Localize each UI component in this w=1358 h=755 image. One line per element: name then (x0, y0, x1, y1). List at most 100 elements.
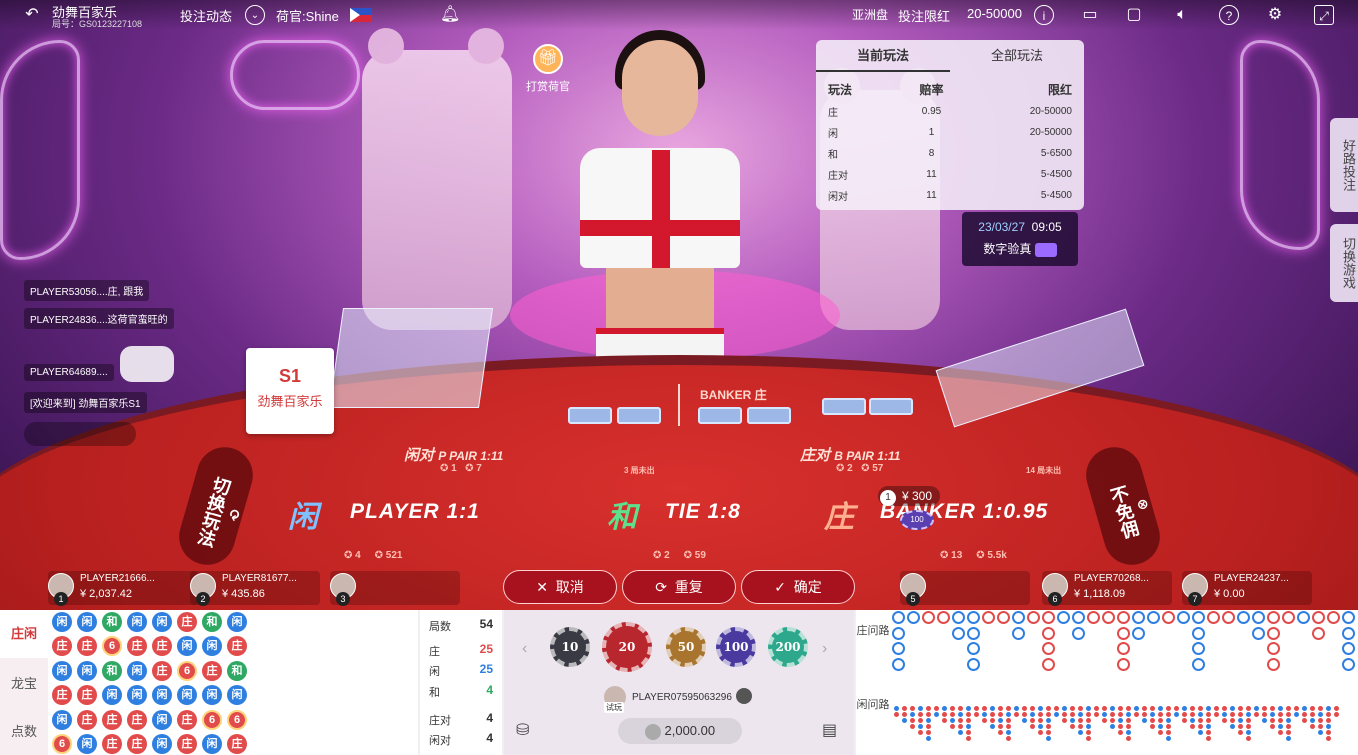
bead-cell: 6 (202, 709, 222, 730)
video-icon[interactable]: ▭ (1080, 5, 1100, 25)
chip-50[interactable]: 50 (666, 627, 706, 667)
banker-bet-area[interactable]: 庄 BANKER 1:0.95 ✪ 13 ✪ 5.5k (790, 482, 1110, 562)
chevron-down-icon[interactable]: ⌄ (245, 5, 265, 25)
bead-cell: 闲 (127, 612, 147, 632)
bead-cell: 庄 (227, 734, 247, 754)
derived-road-mark (942, 718, 947, 723)
derived-road-mark (966, 712, 971, 717)
top-bar: ↶ 劲舞百家乐 局号：GS0123227108 投注动态 ⌄ 荷官:Shine … (0, 0, 1358, 30)
player-card (617, 407, 661, 424)
tab-points[interactable]: 点数 (0, 708, 48, 755)
derived-road-mark (1318, 712, 1323, 717)
repeat-button[interactable]: ⟳ 重复 (622, 570, 736, 604)
derived-road-mark (1022, 712, 1027, 717)
derived-road-mark (1222, 718, 1227, 723)
big-road-mark (892, 626, 905, 640)
chip-100[interactable]: 100 (716, 627, 756, 667)
tab-banker-player[interactable]: 庄闲 (0, 610, 48, 658)
chevron-right-icon[interactable]: › (822, 640, 827, 658)
derived-road-mark (1310, 718, 1315, 723)
derived-road-mark (1134, 712, 1139, 717)
limit-label[interactable]: 投注限红 (898, 6, 950, 25)
clipboard-icon[interactable]: ▤ (822, 720, 837, 740)
digital-verify-panel[interactable]: 23/03/27 09:05 数字验真 (962, 212, 1078, 266)
seat-7[interactable]: 7 PLAYER24237... ¥ 0.00 (1182, 571, 1312, 606)
derived-road-mark (1206, 706, 1211, 711)
fullscreen-icon[interactable]: ⤢ (1314, 5, 1334, 25)
tab-all-play[interactable]: 全部玩法 (950, 40, 1084, 72)
derived-road-mark (1190, 718, 1195, 723)
derived-road-mark (1166, 718, 1171, 723)
big-road-mark (952, 626, 965, 640)
back-icon[interactable]: ↶ (22, 5, 42, 25)
derived-road-mark (1158, 712, 1163, 717)
chip-200[interactable]: 200 (768, 627, 808, 667)
seat-number: 6 (1048, 592, 1062, 606)
layout-icon[interactable]: ▢ (1124, 5, 1144, 25)
confirm-button[interactable]: ✓ 确定 (741, 570, 855, 604)
chip-10[interactable]: 10 (550, 627, 590, 667)
bet-amount: ¥ 300 (902, 489, 933, 503)
big-road-mark (1342, 642, 1355, 655)
player-pair-bet-area[interactable]: 闲对 P PAIR 1:11 ✪ 1 ✪ 7 3 局未出 (300, 440, 678, 480)
chevron-left-icon[interactable]: ‹ (522, 640, 527, 658)
player-ask-road-label[interactable]: 闲问路 (856, 698, 890, 712)
derived-road-mark (1150, 706, 1155, 711)
seat-3[interactable]: 3 (330, 571, 460, 606)
derived-road-mark (1006, 730, 1011, 735)
banker-pair-bet-area[interactable]: 庄对 B PAIR 1:11 ✪ 2 ✪ 57 14 局未出 (680, 440, 1090, 480)
player-bet-area[interactable]: 闲 PLAYER 1:1 ✪ 4 ✪ 521 (250, 482, 550, 562)
derived-road-mark (1334, 706, 1339, 711)
bell-icon[interactable]: 🔔︎ (440, 5, 460, 25)
balance-pill[interactable]: 2,000.00 (618, 718, 742, 744)
seat-number: 3 (336, 592, 350, 606)
big-road-mark (1267, 626, 1280, 640)
bear-statue-left (362, 28, 512, 330)
chat-input[interactable] (24, 422, 136, 446)
big-road-mark (1162, 611, 1175, 624)
tip-dealer-button[interactable]: 🎁︎ 打赏荷官 (520, 44, 576, 100)
chip-stack-icon[interactable]: ⛁ (516, 720, 529, 740)
seat-1[interactable]: 1 PLAYER21666... ¥ 2,037.42 (48, 571, 198, 606)
big-road-mark (1102, 611, 1115, 624)
col-limit: 限红 (1047, 83, 1072, 97)
help-icon[interactable]: ? (1219, 5, 1239, 25)
tab-dragon-bonus[interactable]: 龙宝 (0, 660, 48, 708)
derived-road-mark (1302, 706, 1307, 711)
big-road-mark (892, 642, 905, 655)
cancel-button[interactable]: ✕ 取消 (503, 570, 617, 604)
dealer-name: 荷官:Shine (276, 9, 339, 24)
limit-range: 5-6500 (1040, 148, 1072, 159)
big-road-mark (1087, 611, 1100, 624)
derived-road-mark (1302, 718, 1307, 723)
tie-bet-area[interactable]: 和 TIE 1:8 ✪ 2 ✪ 59 (555, 482, 775, 562)
seat-2[interactable]: 2 PLAYER81677... ¥ 435.86 (190, 571, 320, 606)
seat-5[interactable]: 5 (900, 571, 1030, 606)
derived-road-mark (1126, 730, 1131, 735)
derived-road-mark (1054, 706, 1059, 711)
big-road: 庄问路 闲问路 (856, 610, 1358, 755)
derived-road-mark (1302, 712, 1307, 717)
derived-road-mark (926, 730, 931, 735)
big-road-mark (907, 611, 920, 624)
good-road-bet-tab[interactable]: 好路投注 (1330, 118, 1358, 212)
derived-road-mark (1046, 724, 1051, 729)
switch-game-tab[interactable]: 切换游戏 (1330, 224, 1358, 302)
derived-road-mark (958, 706, 963, 711)
info-icon[interactable]: i (1034, 5, 1054, 25)
derived-road-mark (958, 718, 963, 723)
derived-road-mark (1230, 706, 1235, 711)
derived-road-mark (918, 730, 923, 735)
tab-current-play[interactable]: 当前玩法 (816, 40, 950, 72)
bead-cell: 闲 (77, 734, 97, 754)
bet-feed-link[interactable]: 投注动态 (180, 6, 232, 25)
bead-cell: 庄 (202, 660, 222, 681)
volume-icon[interactable]: 🔈︎ (1172, 5, 1192, 25)
gear-icon[interactable]: ⚙︎ (1265, 5, 1285, 25)
derived-road-mark (1198, 718, 1203, 723)
derived-road-mark (1278, 718, 1283, 723)
seat-6[interactable]: 6 PLAYER70268... ¥ 1,118.09 (1042, 571, 1172, 606)
banker-ask-road-label[interactable]: 庄问路 (856, 624, 890, 638)
derived-road-mark (1206, 718, 1211, 723)
chip-20[interactable]: 20 (602, 622, 652, 672)
